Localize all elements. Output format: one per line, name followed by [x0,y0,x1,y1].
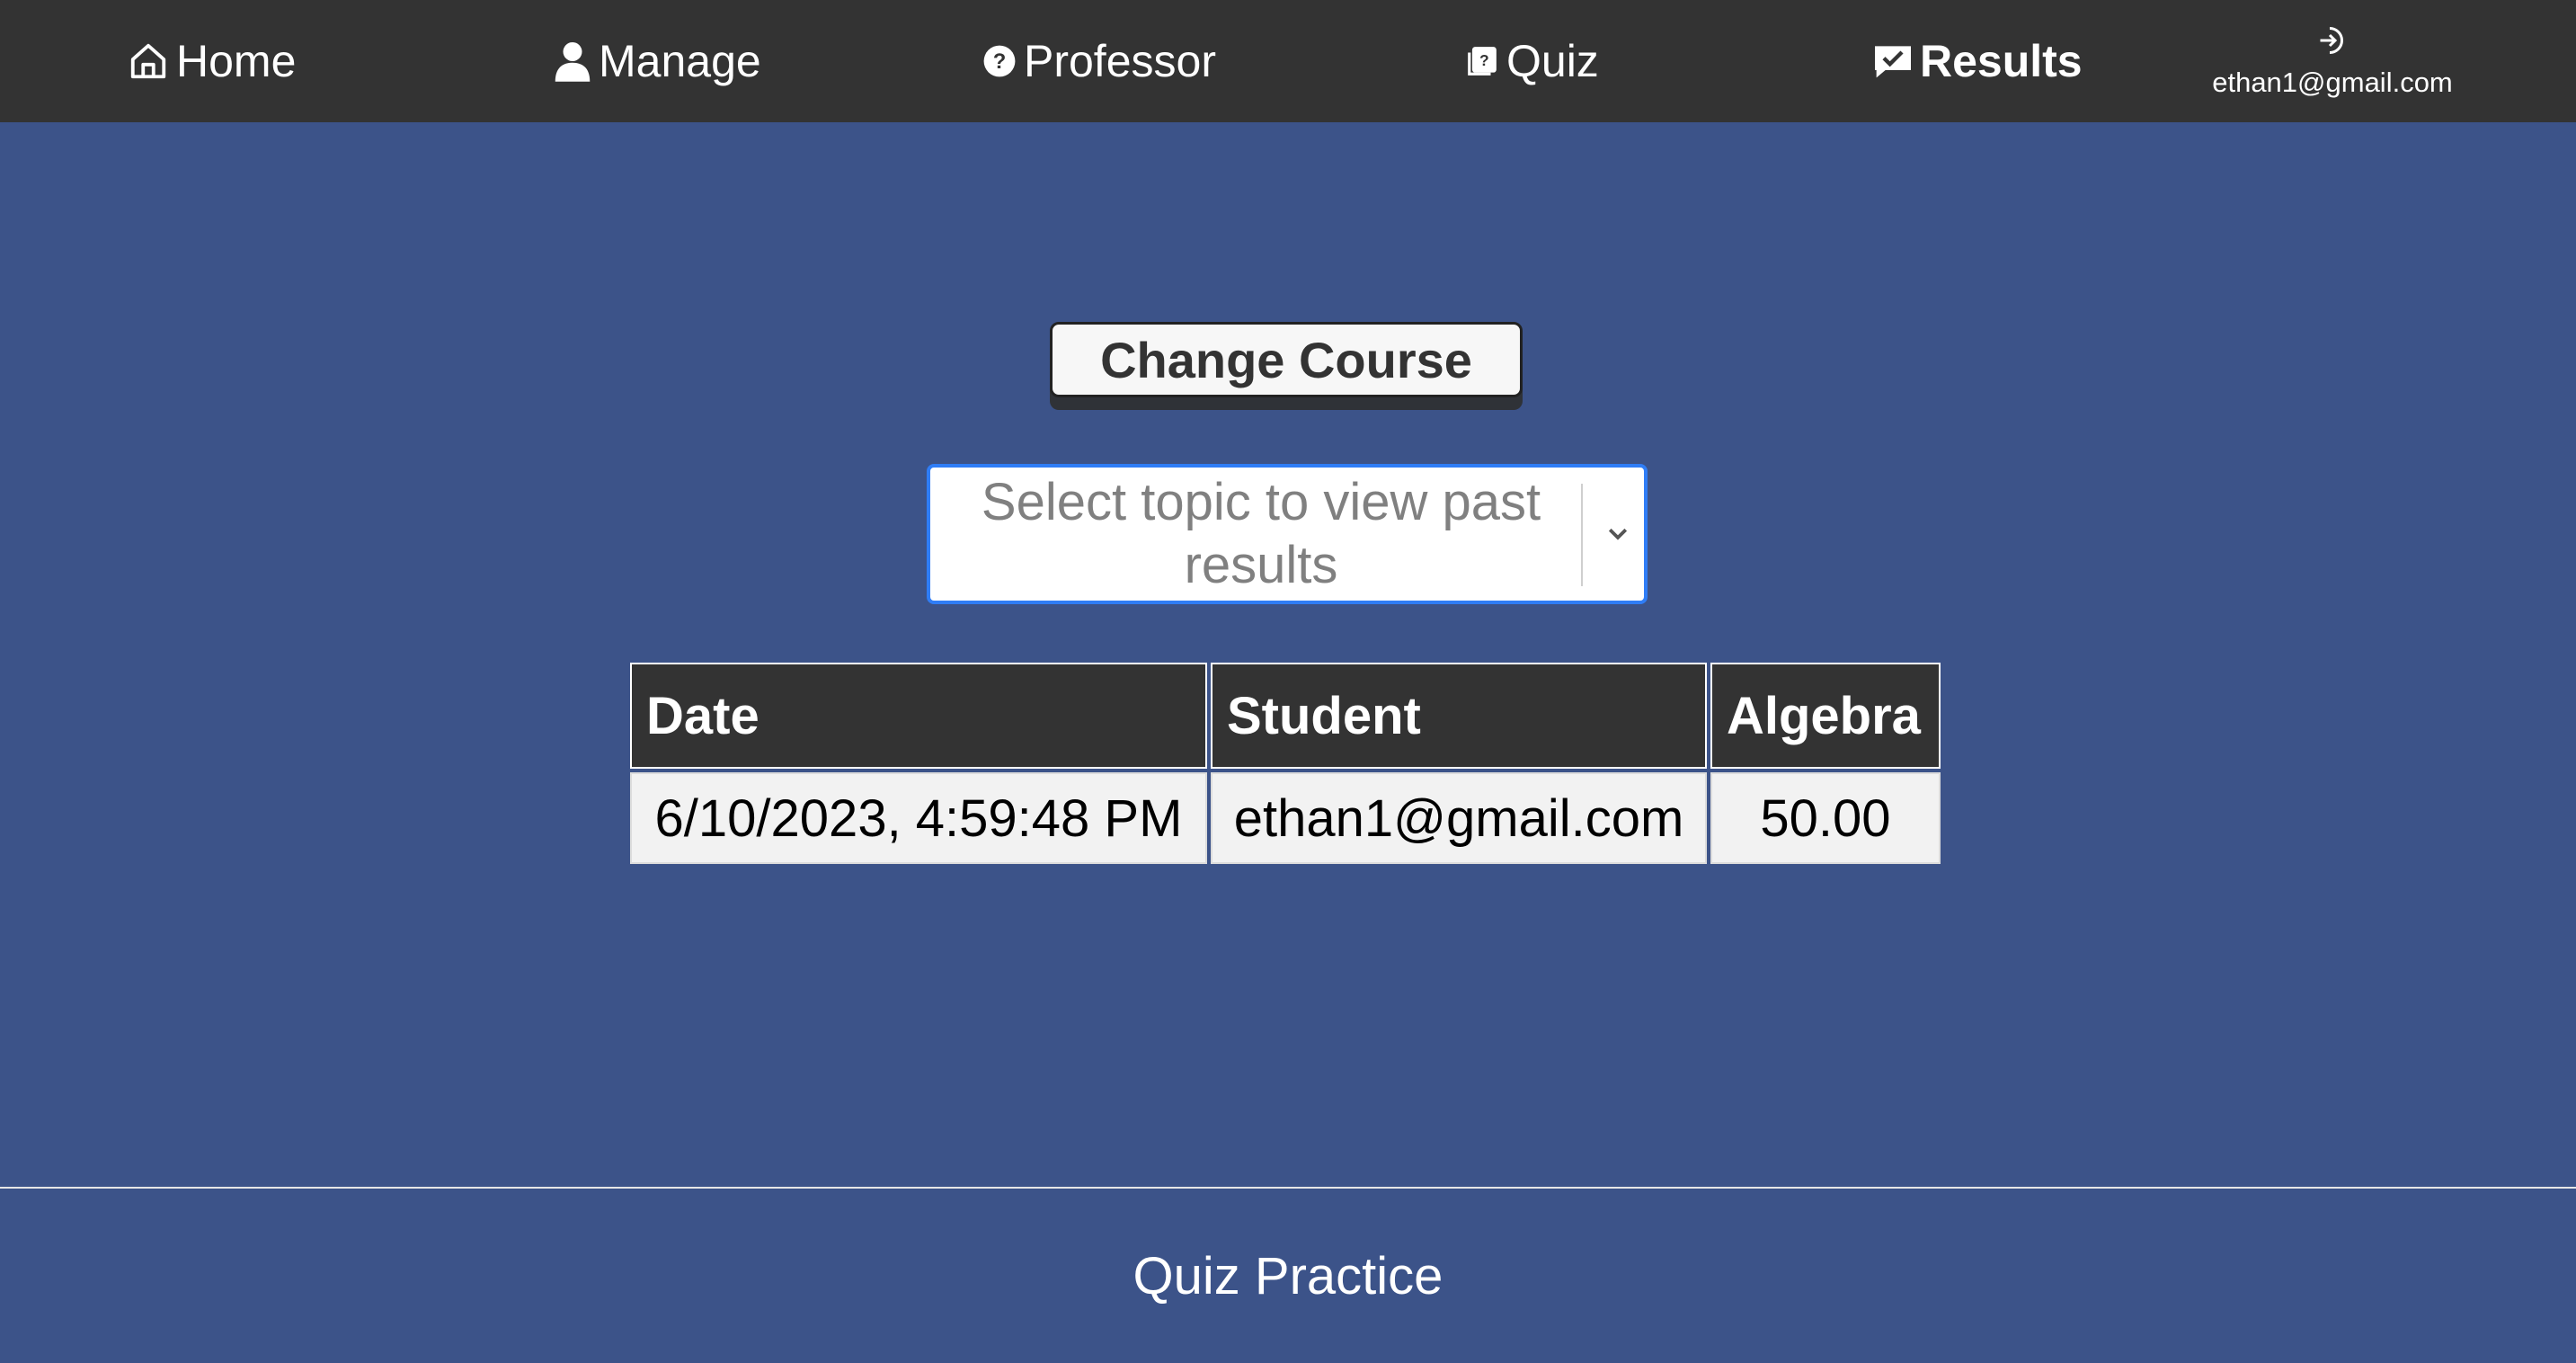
nav-professor[interactable]: ? Professor [982,0,1216,122]
cell-date: 6/10/2023, 4:59:48 PM [630,772,1207,864]
change-course-button[interactable]: Change Course [1050,322,1523,397]
chevron-down-icon[interactable] [1604,520,1631,551]
table-header-row: Date Student Algebra [630,663,1941,769]
nav-results[interactable]: Results [1873,0,2083,122]
question-circle-icon: ? [982,44,1017,78]
footer-divider [0,1187,2576,1189]
header-student: Student [1211,663,1707,769]
quiz-book-icon: ? [1465,44,1499,78]
footer-title: Quiz Practice [1133,1247,1443,1305]
user-logout[interactable]: ethan1@gmail.com [2193,0,2472,122]
select-divider [1581,484,1583,586]
user-email: ethan1@gmail.com [2212,66,2453,98]
topic-select-placeholder: Select topic to view past results [981,473,1541,594]
cell-algebra-score: 50.00 [1710,772,1941,864]
chat-check-icon [1873,43,1913,79]
top-nav: Home Manage ? Professor ? Quiz Results e… [0,0,2576,122]
nav-results-label: Results [1920,36,2083,86]
nav-home-label: Home [176,36,297,86]
person-icon [554,40,591,83]
nav-quiz[interactable]: ? Quiz [1465,0,1599,122]
svg-text:?: ? [993,49,1007,74]
nav-professor-label: Professor [1024,36,1216,86]
nav-home[interactable]: Home [128,0,296,122]
nav-quiz-label: Quiz [1506,36,1599,86]
home-icon [128,40,169,82]
nav-manage-label: Manage [599,36,761,86]
nav-manage[interactable]: Manage [554,0,761,122]
logout-icon [2316,24,2349,61]
results-table: Date Student Algebra 6/10/2023, 4:59:48 … [626,659,1944,868]
svg-text:?: ? [1479,51,1489,69]
topic-select[interactable]: Select topic to view past results [927,464,1648,604]
table-row: 6/10/2023, 4:59:48 PM ethan1@gmail.com 5… [630,772,1941,864]
cell-student: ethan1@gmail.com [1211,772,1707,864]
header-algebra: Algebra [1710,663,1941,769]
header-date: Date [630,663,1207,769]
